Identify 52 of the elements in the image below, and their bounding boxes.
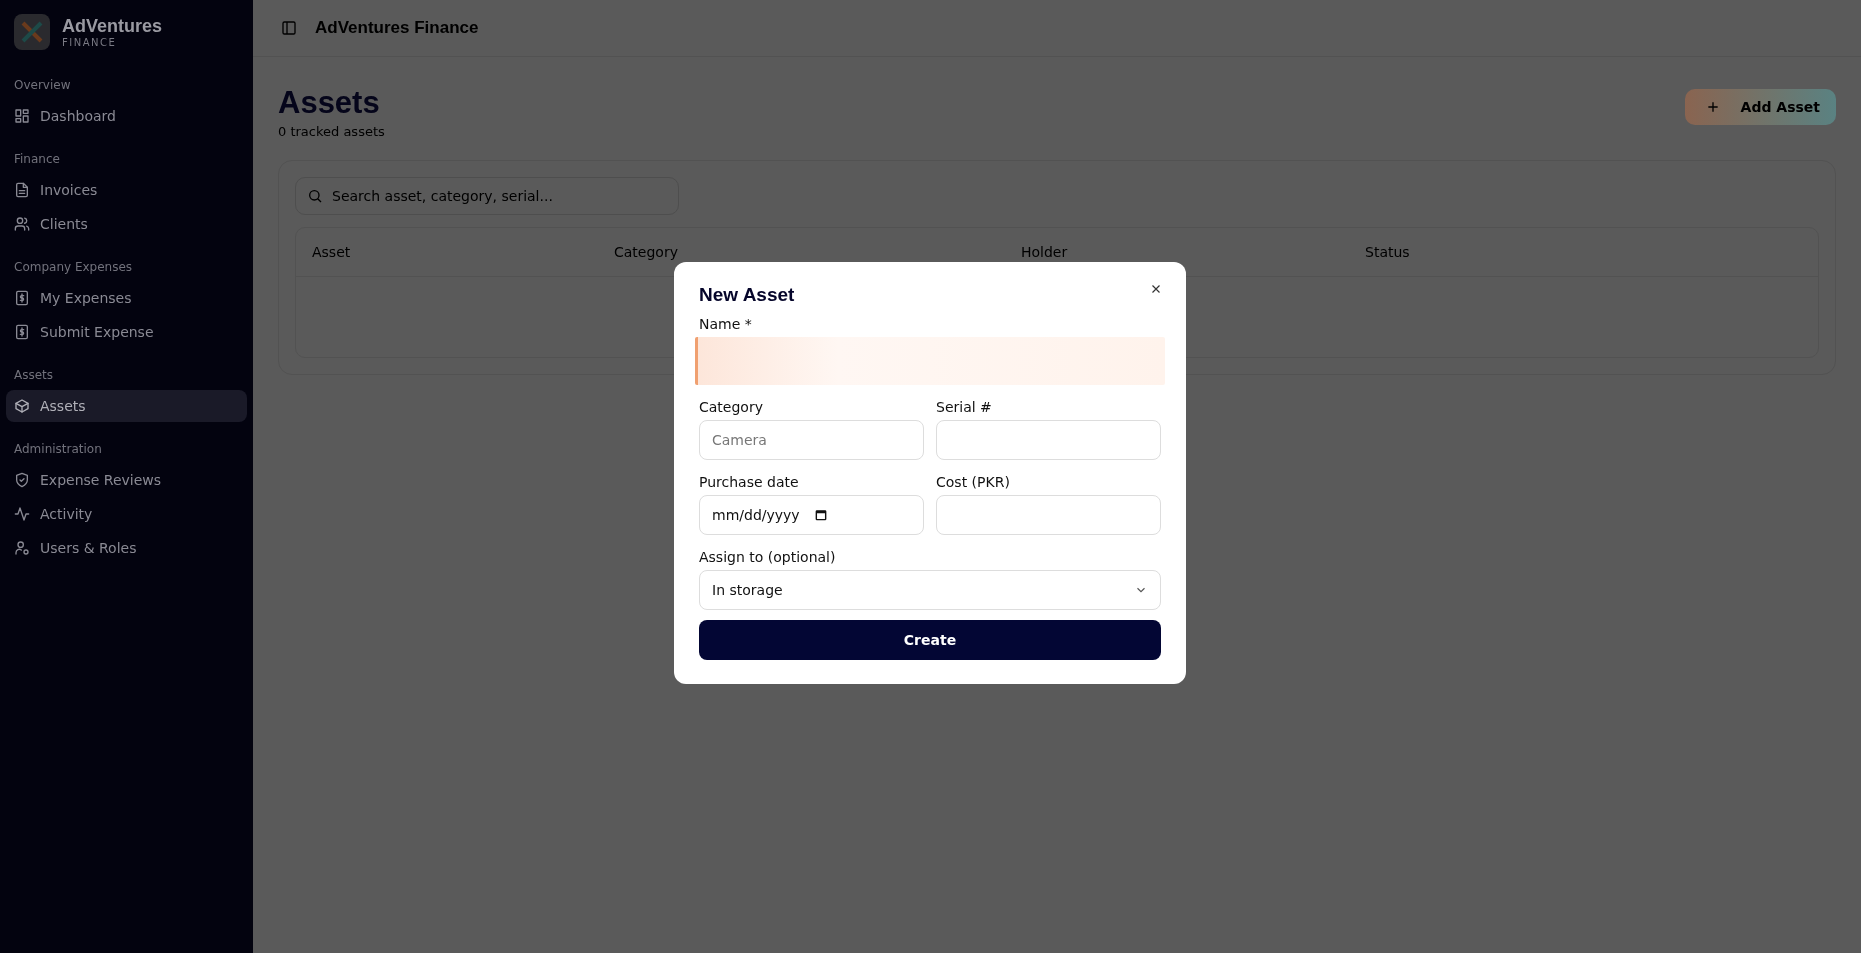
box-icon (14, 398, 30, 414)
add-asset-button[interactable]: Add Asset (1684, 89, 1836, 125)
nav-item[interactable]: Assets (6, 390, 247, 422)
search-field[interactable]: Search asset, category, serial... (295, 177, 679, 215)
brand-tagline: FINANCE (62, 37, 118, 48)
dollar-icon (14, 324, 30, 340)
field-label: Purchase date (699, 474, 800, 490)
assign-dropdown[interactable]: In storage (699, 570, 1161, 610)
user-icon (14, 540, 30, 556)
shield-icon (14, 472, 30, 488)
section-title: Finance (13, 152, 61, 168)
app-title: AdVentures Finance (315, 18, 479, 38)
nav-item[interactable]: Invoices (6, 174, 247, 206)
column-header: Asset (312, 244, 352, 260)
column-header: Holder (1021, 244, 1069, 260)
date-field[interactable]: mm/dd/yyyy (699, 495, 924, 535)
logo-icon (14, 14, 50, 50)
nav-item[interactable]: Submit Expense (6, 316, 247, 348)
field-label: Cost (PKR) (936, 474, 1011, 490)
dollar-icon (14, 290, 30, 306)
nav-item[interactable]: Users & Roles (6, 532, 247, 564)
field-label: Name * (699, 316, 753, 332)
users-icon (14, 216, 30, 232)
create-button[interactable]: Create (699, 620, 1161, 660)
input-field[interactable] (936, 420, 1161, 460)
nav-item[interactable]: Clients (6, 208, 247, 240)
column-header: Category (614, 244, 679, 260)
field-label: Category (699, 399, 764, 415)
section-title: Overview (13, 78, 72, 94)
section-title: Company Expenses (13, 260, 134, 276)
section-title: Assets (13, 368, 55, 384)
page-subtitle: 0 tracked assets (278, 124, 385, 139)
nav-item[interactable]: My Expenses (6, 282, 247, 314)
nav-item[interactable]: Dashboard (6, 100, 247, 132)
section-title: Administration (13, 442, 103, 458)
input-field[interactable] (695, 337, 1165, 385)
pulse-icon (14, 506, 30, 522)
column-header: Status (1365, 244, 1411, 260)
field-label: Assign to (optional) (699, 549, 837, 565)
nav-item[interactable]: Activity (6, 498, 247, 530)
grid-icon (14, 108, 30, 124)
calendar-icon (813, 508, 828, 522)
search-icon (307, 188, 323, 204)
field-label: Serial # (936, 399, 993, 415)
page-title: Assets (278, 85, 381, 121)
sidebar-toggle-icon[interactable] (281, 20, 297, 36)
input-field[interactable] (936, 495, 1161, 535)
document-icon (14, 182, 30, 198)
input-field[interactable]: Camera (699, 420, 924, 460)
dialog-title: New Asset (699, 284, 795, 306)
brand-name: AdVentures (62, 16, 163, 37)
nav-item[interactable]: Expense Reviews (6, 464, 247, 496)
